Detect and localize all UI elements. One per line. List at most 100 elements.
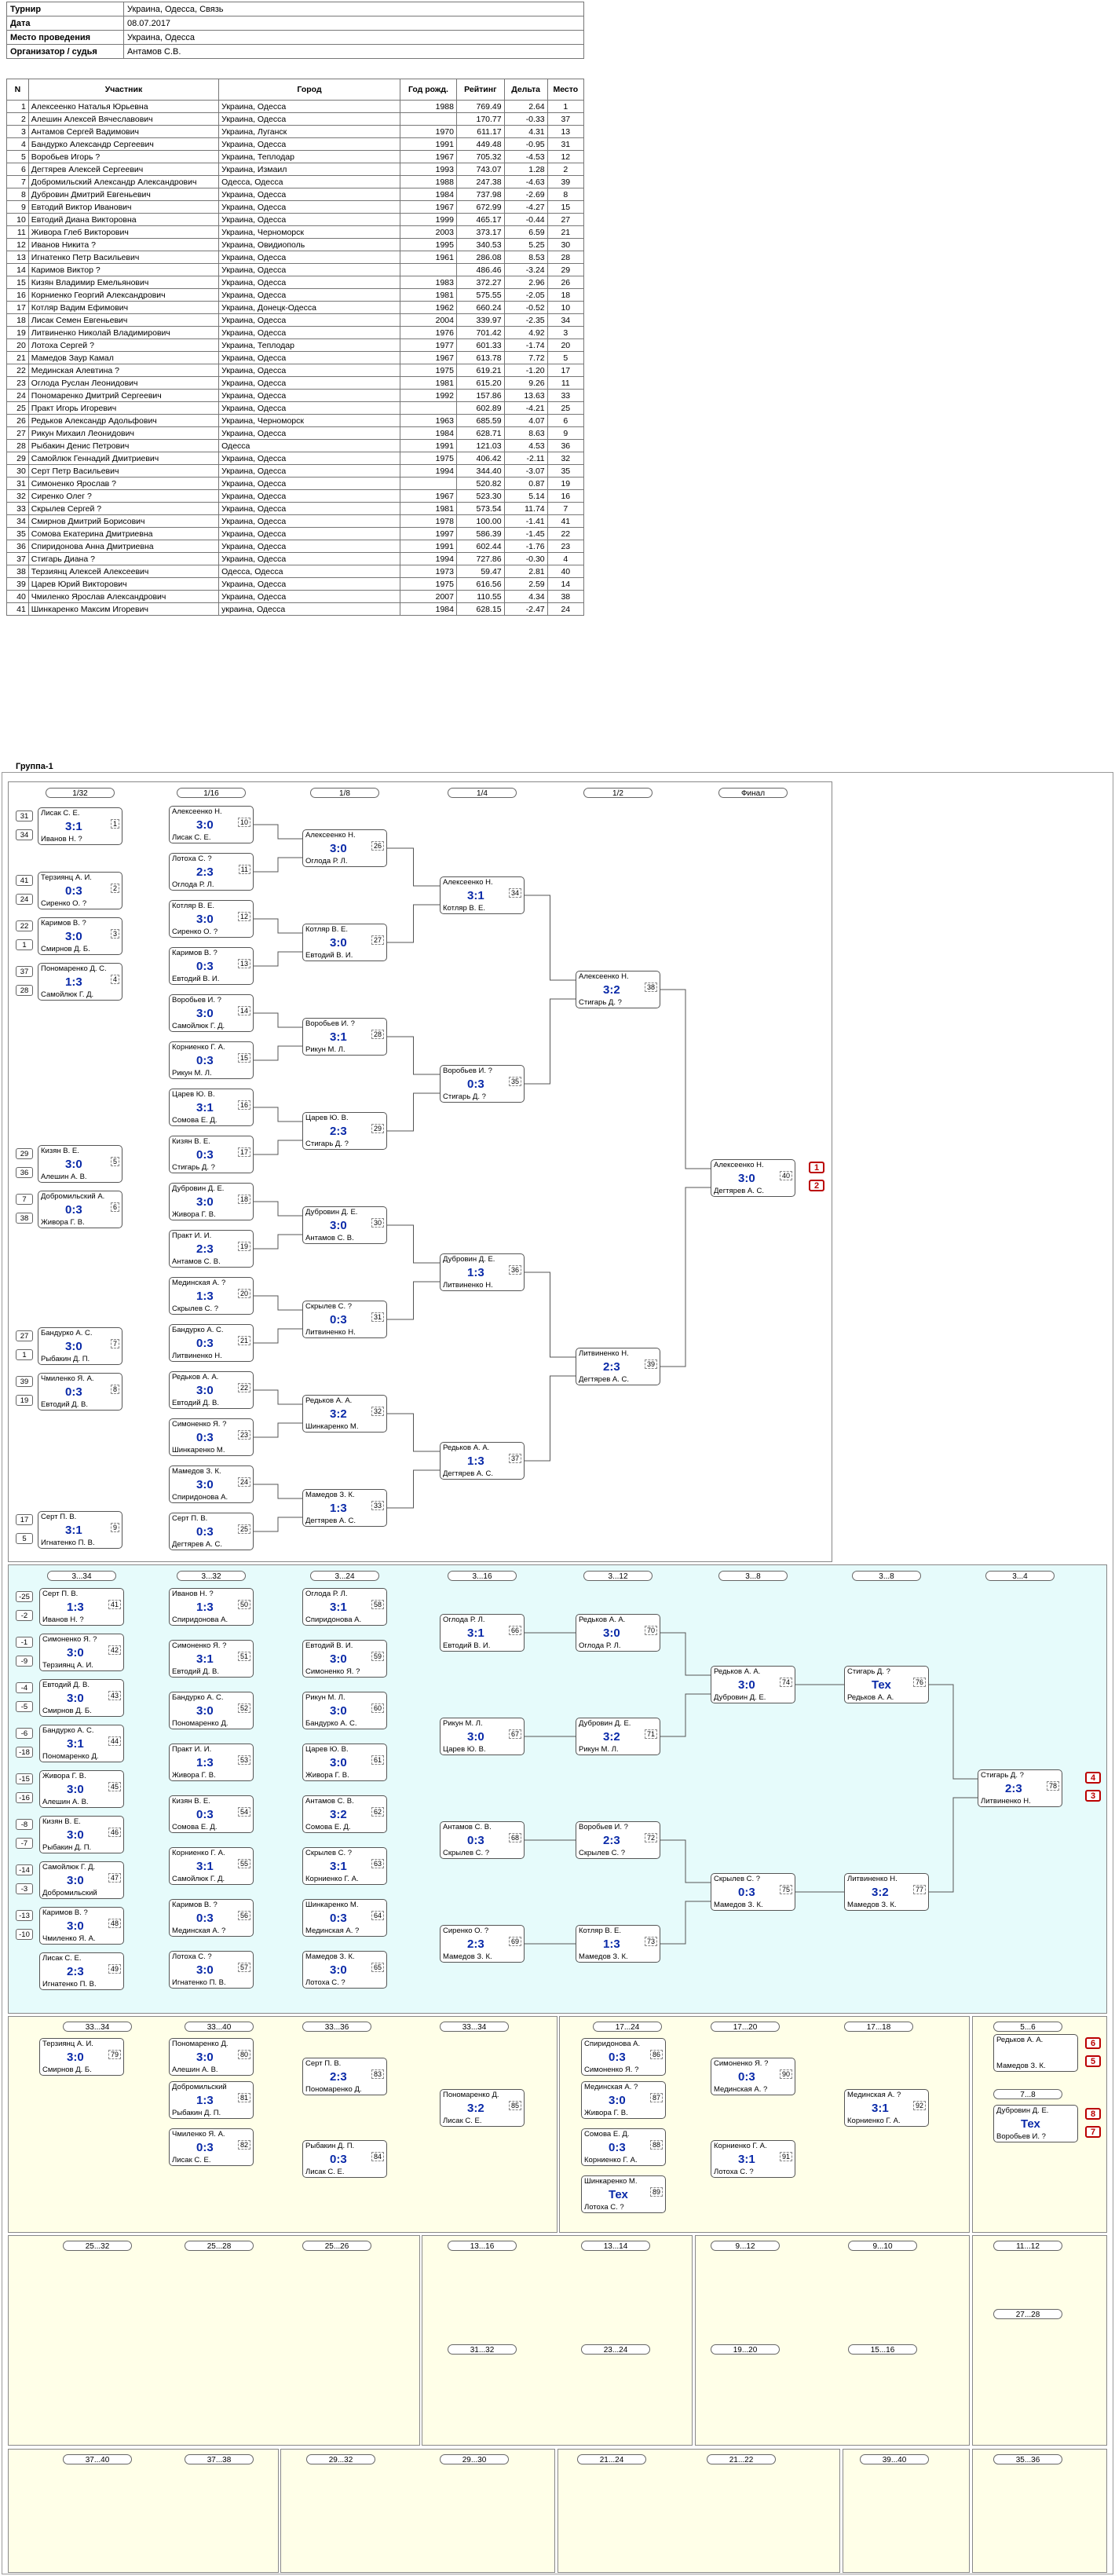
match-score: 0:3	[196, 1808, 214, 1821]
match-number: 48	[108, 1919, 121, 1928]
match-score: 3:2	[603, 1730, 620, 1744]
seed-number: 17	[16, 1514, 33, 1525]
table-cell: 449.48	[455, 137, 505, 151]
table-cell: 0.87	[503, 477, 548, 490]
table-cell: 1970	[399, 125, 457, 138]
info-row: Дата 08.07.2017	[6, 16, 584, 31]
table-row: 17 Котляр Вадим Ефимович Украина, Донецк-О…	[6, 301, 585, 314]
player-bottom: Дегтярев А. С.	[443, 1469, 494, 1478]
table-cell	[399, 401, 457, 415]
match-score: 1:3	[196, 1290, 214, 1303]
match-box: Котляр В. Е. 3:0 Сиренко О. ? 12	[169, 900, 254, 938]
table-cell: 5	[547, 351, 585, 364]
player-top: Рикун М. Л.	[305, 1693, 345, 1702]
player-bottom: Антамов С. В.	[305, 1234, 354, 1242]
table-cell: 25	[547, 401, 585, 415]
table-cell: 26	[547, 276, 585, 289]
table-cell: 373.17	[455, 225, 505, 239]
table-row: 30 Серт Петр Васильевич Украина, Одесса 199…	[6, 464, 585, 478]
player-bottom: Лотоха С. ?	[305, 1978, 345, 1987]
table-cell: Каримов Виктор ?	[27, 263, 220, 276]
match-box: Кизян В. Е. 0:3 Сомова Е. Д. 54	[169, 1795, 254, 1833]
player-bottom: Лотоха С. ?	[584, 2203, 624, 2212]
table-cell: -4.27	[503, 200, 548, 214]
player-bottom: Пономаренко Д.	[172, 1719, 228, 1728]
table-cell: 340.53	[455, 238, 505, 251]
seed-number: 7	[16, 1194, 33, 1205]
match-number: 28	[371, 1030, 384, 1039]
match-number: 69	[508, 1937, 521, 1946]
player-top: Иванов Н. ?	[172, 1590, 214, 1598]
match-number: 72	[644, 1833, 657, 1842]
match-score: 3:0	[196, 818, 214, 832]
table-row: 22 Мединская Алевтина ? Украина, Одесса 197…	[6, 364, 585, 377]
table-cell: Украина, Одесса	[218, 188, 400, 201]
table-cell: 2.96	[503, 276, 548, 289]
table-cell: 11.74	[503, 502, 548, 515]
table-cell: 1977	[399, 338, 457, 352]
player-bottom: Мамедов З. К.	[443, 1952, 492, 1961]
match-score: 3:1	[65, 820, 82, 833]
table-cell: 6.59	[503, 225, 548, 239]
table-cell: Мамедов Заур Камал	[27, 351, 220, 364]
table-cell: 37	[6, 552, 29, 565]
match-number: 76	[912, 1678, 926, 1687]
table-cell: -1.76	[503, 540, 548, 553]
table-cell: Симоненко Ярослав ?	[27, 477, 220, 490]
match-box: Воробьев И. ? 3:1 Рикун М. Л. 28	[302, 1018, 387, 1056]
table-cell: Редьков Александр Адольфович	[27, 414, 220, 427]
players-header-row: N Участник Город Год рожд. Рейтинг Дельта Мест…	[6, 79, 585, 101]
consolation-bracket-zone	[8, 1564, 1107, 2014]
match-number: 37	[508, 1454, 521, 1463]
table-cell: 1975	[399, 364, 457, 377]
table-cell: 575.55	[455, 288, 505, 302]
player-top: Оглода Р. Л.	[443, 1615, 485, 1624]
match-box: Редьков А. А. 3:0 Евтодий Д. В. 22	[169, 1371, 254, 1409]
info-value: 08.07.2017	[123, 16, 584, 31]
table-cell: Украина, Одесса	[218, 351, 400, 364]
player-bottom: Евтодий В. И.	[443, 1641, 491, 1650]
player-bottom: Спиридонова А.	[172, 1615, 228, 1624]
table-cell: Украина, Измаил	[218, 163, 400, 176]
player-bottom: Литвиненко Н.	[443, 1281, 493, 1290]
player-top: Сомова Е. Д.	[584, 2130, 630, 2139]
match-score: 3:0	[196, 1963, 214, 1977]
player-top: Воробьев И. ?	[443, 1067, 492, 1075]
table-cell: 35	[547, 464, 585, 478]
seed-number: 39	[16, 1376, 33, 1387]
match-number: 83	[371, 2069, 384, 2079]
table-cell: 19	[6, 326, 29, 339]
table-cell: 1984	[399, 602, 457, 616]
table-cell: 22	[6, 364, 29, 377]
match-number: 68	[508, 1833, 521, 1842]
match-score: 0:3	[467, 1078, 484, 1091]
player-bottom: Живора Г. В.	[172, 1771, 216, 1780]
table-cell: 1981	[399, 376, 457, 390]
seed-number: -4	[16, 1682, 33, 1693]
table-cell: 16	[547, 489, 585, 503]
table-row: 1 Алексеенко Наталья Юрьевна Украина, Одес…	[6, 100, 585, 113]
players-table: N Участник Город Год рожд. Рейтинг Дельта Мест…	[6, 79, 585, 616]
match-score: Тех	[872, 1678, 891, 1692]
match-number: 12	[237, 912, 250, 921]
round-header: 3...8	[852, 1571, 921, 1581]
match-score: 0:3	[196, 1054, 214, 1067]
table-cell: 4.07	[503, 414, 548, 427]
match-box: Терзиянц А. И. 0:3 Сиренко О. ? 2	[38, 872, 122, 909]
table-cell: 39	[6, 577, 29, 591]
table-cell: 40	[547, 565, 585, 578]
table-cell: 22	[547, 527, 585, 540]
table-cell: 1997	[399, 527, 457, 540]
table-cell: -4.21	[503, 401, 548, 415]
player-top: Оглода Р. Л.	[305, 1590, 348, 1598]
match-number: 30	[371, 1218, 384, 1228]
match-number: 92	[912, 2101, 926, 2110]
player-top: Корниенко Г. А.	[172, 1043, 225, 1052]
player-top: Литвиненко Н.	[579, 1349, 629, 1358]
match-number: 67	[508, 1729, 521, 1739]
table-cell: 26	[6, 414, 29, 427]
round-header: Финал	[718, 788, 788, 798]
table-cell: Чмиленко Ярослав Александрович	[27, 590, 220, 603]
table-row: 25 Практ Игорь Игоревич Украина, Одесса 602…	[6, 401, 585, 415]
match-box: Литвиненко Н. 3:2 Мамедов З. К. 77	[844, 1873, 929, 1911]
